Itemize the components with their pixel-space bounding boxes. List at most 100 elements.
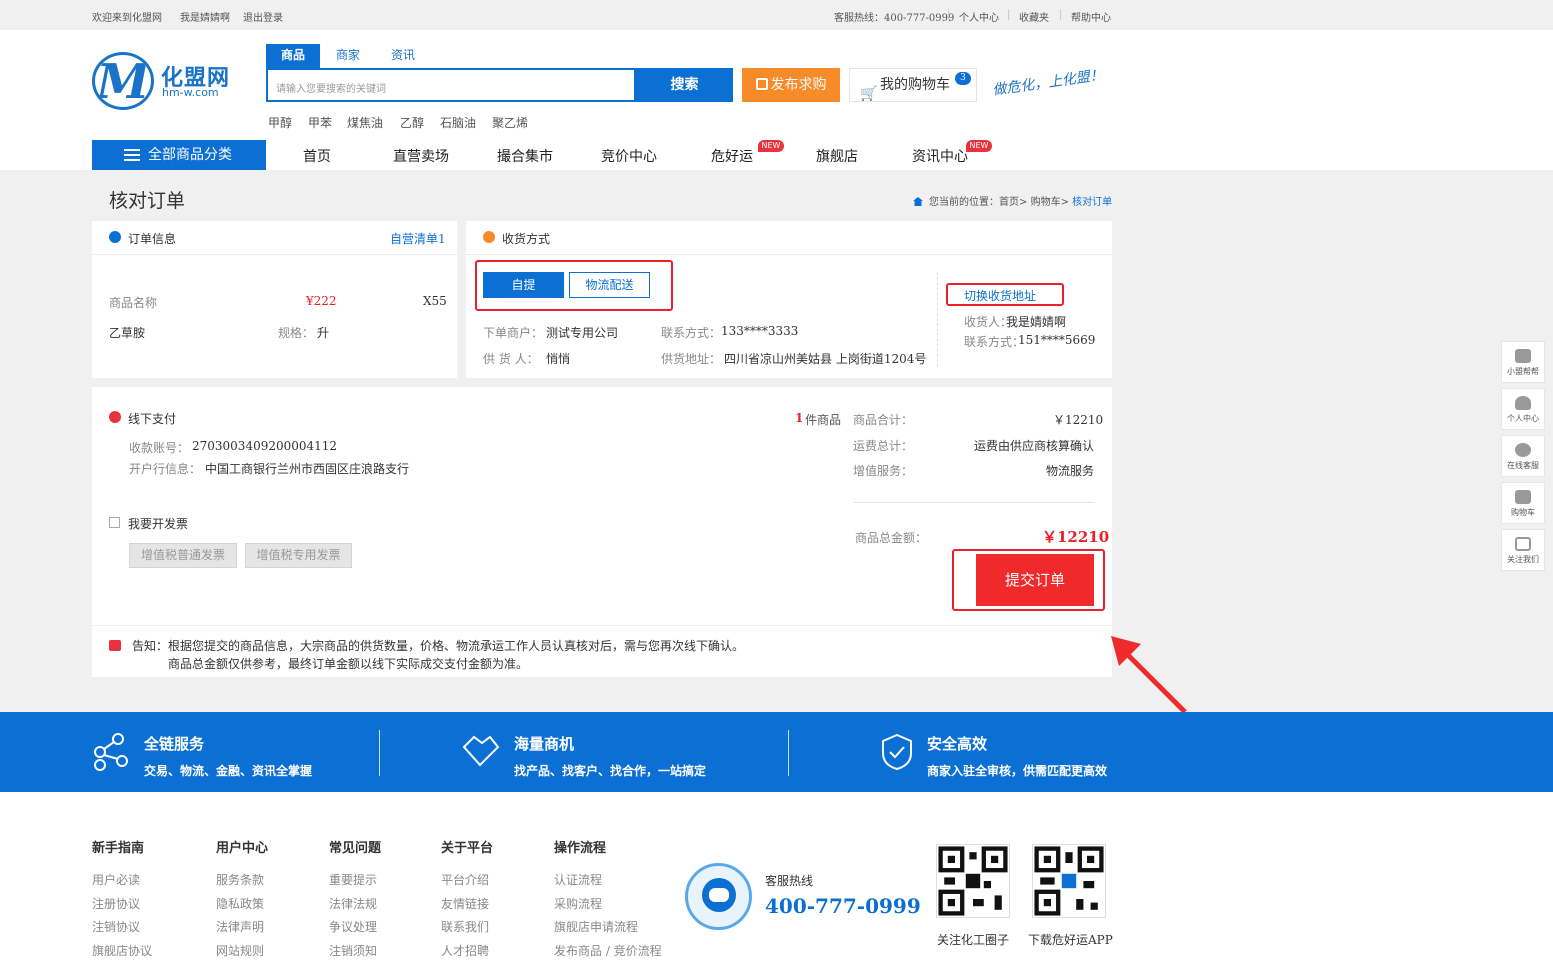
qr-caption: 下载危好运APP (1028, 933, 1113, 947)
footer-link[interactable]: 注销须知 (329, 942, 377, 959)
home-icon (913, 197, 923, 206)
footer-link[interactable]: 采购流程 (554, 895, 602, 912)
hotword[interactable]: 甲苯 (308, 114, 332, 131)
footer-link[interactable]: 法律声明 (216, 918, 264, 935)
cart-label: 我的购物车 (880, 77, 950, 93)
hotword[interactable]: 石脑油 (440, 114, 476, 131)
search-input[interactable]: 请输入您要搜索的关键词 (266, 68, 636, 102)
breadcrumb-sep: > (1019, 197, 1028, 208)
sidebar-helper[interactable]: 小盟帮帮 (1501, 341, 1545, 383)
footer-link[interactable]: 重要提示 (329, 871, 377, 888)
sidebar-follow[interactable]: 关注我们 (1501, 529, 1545, 571)
product-name: 乙草胺 (109, 326, 146, 340)
nav-weihaoyun[interactable]: 危好运 (711, 146, 753, 166)
footer-link[interactable]: 注册协议 (92, 895, 140, 912)
new-badge: NEW (966, 140, 992, 152)
sidebar-cart[interactable]: 购物车 (1501, 482, 1545, 524)
special-invoice-button[interactable]: 增值税专用发票 (245, 543, 352, 568)
sidebar-personal[interactable]: 个人中心 (1501, 388, 1545, 430)
footer-hotline-number: 400-777-0999 (765, 894, 921, 918)
footer-col-head: 关于平台 (441, 841, 494, 856)
hotword[interactable]: 煤焦油 (347, 114, 383, 131)
footer-link[interactable]: 平台介绍 (441, 871, 489, 888)
nav-home[interactable]: 首页 (303, 146, 331, 166)
edit-icon (755, 78, 768, 90)
hotword[interactable]: 甲醇 (268, 114, 292, 131)
username-link[interactable]: 我是婧婧啊 (180, 9, 230, 24)
breadcrumb-cart[interactable]: 购物车 (1031, 197, 1061, 208)
divider: | (1007, 9, 1011, 20)
invoice-checkbox[interactable] (109, 517, 120, 528)
footer-link[interactable]: 争议处理 (329, 918, 377, 935)
product-price: ¥222 (306, 294, 337, 308)
self-run-list-link[interactable]: 自营清单1 (390, 230, 446, 247)
footer-link[interactable]: 用户必读 (92, 871, 140, 888)
footer-link[interactable]: 认证流程 (554, 871, 602, 888)
logo-domain: hm-w.com (162, 86, 219, 99)
supplier-label: 供 货 人： (483, 352, 539, 366)
payment-panel (92, 387, 1112, 677)
spec-value: 升 (317, 326, 330, 340)
breadcrumb-prefix: 您当前的位置： (929, 197, 999, 208)
nav-flagship[interactable]: 旗舰店 (816, 146, 858, 166)
logout-link[interactable]: 退出登录 (243, 9, 283, 24)
footer-link[interactable]: 发布商品 / 竞价流程 (554, 942, 662, 959)
all-categories-button[interactable]: 全部商品分类 (92, 140, 266, 170)
footer-link[interactable]: 旗舰店申请流程 (554, 918, 638, 935)
account-value: 2703003409200004112 (192, 439, 338, 453)
logo-mark[interactable]: M (92, 52, 154, 110)
new-badge: NEW (758, 140, 784, 152)
hotword[interactable]: 乙醇 (400, 114, 424, 131)
breadcrumb-home[interactable]: 首页 (999, 197, 1019, 208)
grand-total-label: 商品总金额： (855, 531, 928, 545)
highlight-box (946, 283, 1064, 306)
personal-center-link[interactable]: 个人中心 (959, 9, 999, 24)
footer-link[interactable]: 服务条款 (216, 871, 264, 888)
qr-code-icon (936, 844, 1010, 918)
nav-direct-store[interactable]: 直营卖场 (393, 146, 449, 166)
footer-link[interactable]: 法律法规 (329, 895, 377, 912)
order-info-title: 订单信息 (128, 232, 177, 246)
footer-link[interactable]: 联系我们 (441, 918, 489, 935)
footer-link[interactable]: 隐私政策 (216, 895, 264, 912)
nav-bidding[interactable]: 竞价中心 (601, 146, 657, 166)
nav-matchmaking[interactable]: 撮合集市 (497, 146, 553, 166)
cart-icon (1515, 490, 1531, 504)
footer-link[interactable]: 友情链接 (441, 895, 489, 912)
product-quantity: X55 (423, 294, 447, 308)
sidebar-service[interactable]: 在线客服 (1501, 435, 1545, 477)
hotline-text: 客服热线：400-777-0999 (834, 13, 955, 24)
order-icon (109, 231, 121, 243)
help-center-link[interactable]: 帮助中心 (1071, 9, 1111, 24)
publish-request-button[interactable]: 发布求购 (742, 68, 840, 102)
page-title: 核对订单 (109, 190, 186, 212)
notice-line-2: 商品总金额仅供参考，最终订单金额以线下实际成交支付金额为准。 (168, 657, 529, 671)
delivery-header (466, 221, 1112, 255)
footer-col-head: 新手指南 (92, 841, 145, 856)
divider (937, 272, 938, 367)
footer-link[interactable]: 网站规则 (216, 942, 264, 959)
qr-code-icon (1032, 844, 1106, 918)
search-tab-goods[interactable]: 商品 (266, 44, 320, 68)
freight-value: 运费由供应商核算确认 (974, 439, 1095, 453)
hotword[interactable]: 聚乙烯 (492, 114, 528, 131)
spec-label: 规格： (278, 326, 315, 340)
normal-invoice-button[interactable]: 增值税普通发票 (129, 543, 237, 568)
footer-link[interactable]: 人才招聘 (441, 942, 489, 959)
search-button[interactable]: 搜索 (636, 68, 733, 102)
search-tab-news[interactable]: 资讯 (376, 44, 430, 68)
product-name-label: 商品名称 (109, 296, 158, 310)
bank-value: 中国工商银行兰州市西固区庄浪路支行 (205, 462, 410, 476)
footer-link[interactable]: 注销协议 (92, 918, 140, 935)
shield-icon (882, 733, 912, 771)
favorites-link[interactable]: 收藏夹 (1019, 9, 1049, 24)
notice-line-1: 根据您提交的商品信息，大宗商品的供货数量，价格、物流承运工作人员认真核对后，需与… (168, 639, 745, 653)
footer-link[interactable]: 旗舰店协议 (92, 942, 152, 959)
handshake-icon (462, 735, 500, 767)
arrow-annotation-icon (1111, 636, 1187, 714)
search-tab-merchants[interactable]: 商家 (321, 44, 375, 68)
nav-news[interactable]: 资讯中心 (912, 146, 968, 166)
footer-col-head: 常见问题 (329, 841, 382, 856)
user-icon (1515, 396, 1531, 410)
receiver-label: 收货人： (964, 315, 1013, 329)
